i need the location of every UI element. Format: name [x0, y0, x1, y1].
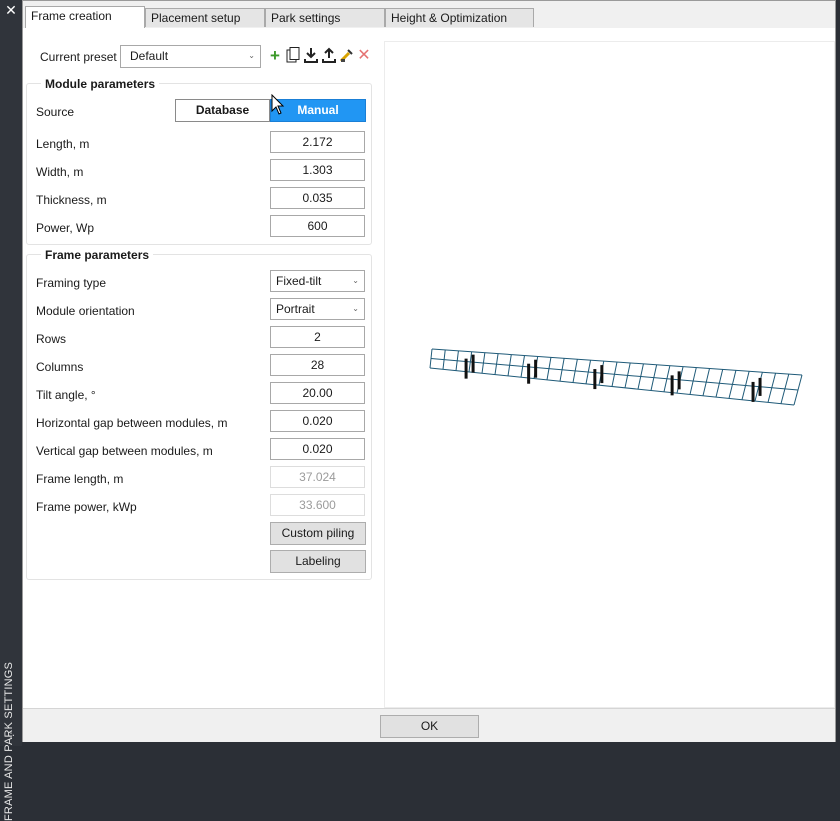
add-icon[interactable]: +: [267, 47, 283, 65]
frame-length-label: Frame length, m: [36, 472, 124, 486]
framing-type-select[interactable]: Fixed-tilt ⌄: [270, 270, 365, 292]
chevron-down-icon: ⌄: [352, 276, 359, 285]
frame-parameters-title: Frame parameters: [41, 248, 154, 262]
chevron-down-icon: ⌄: [248, 51, 255, 60]
module-parameters-title: Module parameters: [41, 77, 160, 91]
panel-title: FRAME AND PARK SETTINGS: [3, 661, 15, 821]
vertical-gap-label: Vertical gap between modules, m: [36, 444, 213, 458]
framing-type-value: Fixed-tilt: [276, 274, 322, 288]
rename-icon[interactable]: [339, 47, 355, 65]
frame-length-value: 37.024: [270, 466, 365, 488]
source-label: Source: [36, 105, 75, 119]
rows-input[interactable]: 2: [270, 326, 365, 348]
power-input[interactable]: 600: [270, 215, 365, 237]
tab-strip: Frame creation Placement setup Park sett…: [23, 6, 835, 33]
columns-input[interactable]: 28: [270, 354, 365, 376]
length-input[interactable]: 2.172: [270, 131, 365, 153]
orientation-select[interactable]: Portrait ⌄: [270, 298, 365, 320]
horizontal-gap-input[interactable]: 0.020: [270, 410, 365, 432]
dialog-footer: OK: [23, 708, 835, 742]
copy-icon[interactable]: [285, 47, 301, 65]
frame-3d-model: [429, 348, 803, 406]
thickness-input[interactable]: 0.035: [270, 187, 365, 209]
frame-power-value: 33.600: [270, 494, 365, 516]
orientation-label: Module orientation: [36, 304, 135, 318]
module-row-line: [431, 348, 803, 376]
grip-icon[interactable]: ⁘: [3, 728, 19, 744]
side-panel: ✕ FRAME AND PARK SETTINGS ⁘: [0, 0, 22, 821]
import-icon[interactable]: [303, 47, 319, 65]
tab-park-settings[interactable]: Park settings: [265, 8, 385, 27]
tab-content: Current preset Default ⌄ + ✕ Module para…: [23, 28, 835, 708]
frame-preview-viewport[interactable]: [384, 41, 835, 708]
width-input[interactable]: 1.303: [270, 159, 365, 181]
horizontal-gap-label: Horizontal gap between modules, m: [36, 416, 228, 430]
export-icon[interactable]: [321, 47, 337, 65]
chevron-down-icon: ⌄: [352, 304, 359, 313]
length-label: Length, m: [36, 137, 90, 151]
tab-frame-creation[interactable]: Frame creation: [25, 6, 145, 28]
tab-height-optimization[interactable]: Height & Optimization: [385, 8, 534, 27]
settings-window: Frame creation Placement setup Park sett…: [22, 0, 836, 742]
preset-value: Default: [130, 49, 169, 63]
tilt-angle-label: Tilt angle, °: [36, 388, 96, 402]
framing-type-label: Framing type: [36, 276, 107, 290]
power-label: Power, Wp: [36, 221, 95, 235]
preset-label: Current preset: [40, 50, 117, 64]
custom-piling-button[interactable]: Custom piling: [270, 522, 366, 545]
source-database-button[interactable]: Database: [175, 99, 270, 122]
tilt-angle-input[interactable]: 20.00: [270, 382, 365, 404]
width-label: Width, m: [36, 165, 84, 179]
delete-icon[interactable]: ✕: [356, 47, 372, 65]
ok-button[interactable]: OK: [380, 715, 479, 738]
vertical-gap-input[interactable]: 0.020: [270, 438, 365, 460]
tab-placement-setup[interactable]: Placement setup: [145, 8, 265, 27]
thickness-label: Thickness, m: [36, 193, 107, 207]
frame-power-label: Frame power, kWp: [36, 500, 137, 514]
mouse-cursor-icon: [271, 94, 285, 115]
preset-select[interactable]: Default ⌄: [120, 45, 261, 68]
columns-label: Columns: [36, 360, 84, 374]
orientation-value: Portrait: [276, 302, 315, 316]
module-row-line: [430, 358, 799, 391]
rows-label: Rows: [36, 332, 67, 346]
close-icon[interactable]: ✕: [3, 2, 19, 18]
labeling-button[interactable]: Labeling: [270, 550, 366, 573]
